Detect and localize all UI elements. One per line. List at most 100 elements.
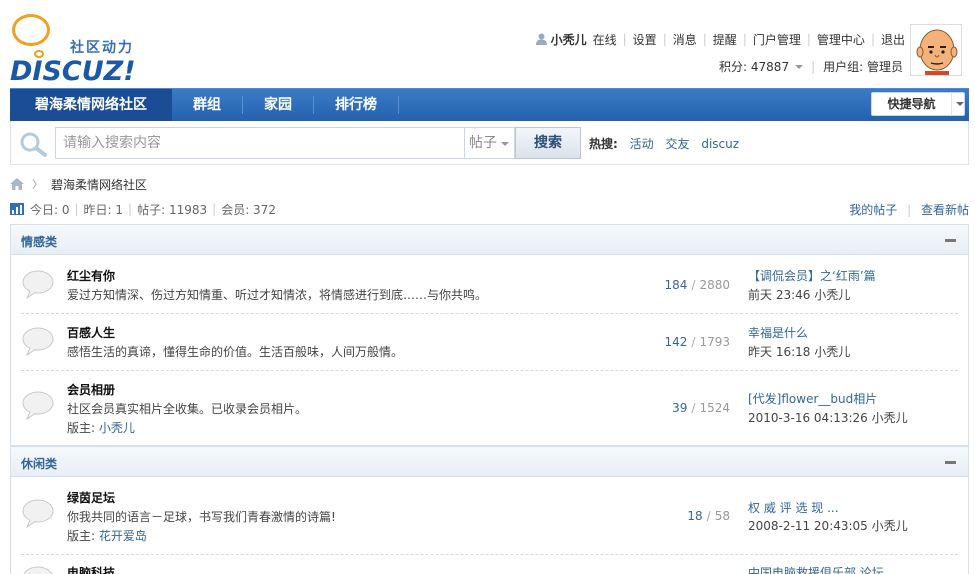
quick-nav-button[interactable]: 快捷导航 [871,92,965,116]
forum-description: 你我共同的语言－足球，书写我们青春激情的诗篇! [67,510,336,524]
hot-search-link[interactable]: 交友 [665,137,689,151]
home-icon[interactable] [10,178,24,190]
settings-link[interactable]: 设置 [633,31,657,48]
moderator-link[interactable]: 花开爱岛 [99,529,147,543]
count-separator: / [706,509,711,523]
quick-nav-label: 快捷导航 [872,93,952,115]
hot-search-link[interactable]: discuz [701,137,739,151]
post-count: 1793 [699,335,730,349]
post-count: 58 [714,509,730,523]
stat-posts: 帖子: 11983 [137,202,208,217]
forum-name[interactable]: 红尘有你 [67,267,115,284]
hot-search-link[interactable]: 活动 [630,137,654,151]
nav-item-home[interactable]: 碧海柔情网络社区 [10,89,172,122]
online-status[interactable]: 在线 [593,31,617,48]
admin-center-link[interactable]: 管理中心 [817,31,865,48]
last-post-link[interactable]: 【调侃会员】之‘红雨’篇 [748,267,876,284]
forum-bubble-icon[interactable] [21,565,55,574]
divider: | [662,32,667,46]
post-count: 1524 [699,401,730,415]
thread-count: 18 [687,509,703,523]
count-separator: / [691,401,696,415]
divider: | [742,32,747,46]
search-input[interactable]: 请输入搜索内容 [55,127,465,159]
search-type-select[interactable]: 帖子 [465,127,515,159]
last-post-time: 2008-2-11 20:43:05 小秃儿 [748,519,908,533]
group-header: 情感类 [11,225,968,255]
forum-name[interactable]: 百感人生 [67,324,115,341]
forum-row: 绿茵足坛 你我共同的语言－足球，书写我们青春激情的诗篇! 版主: 花开爱岛 18… [11,478,968,554]
forum-name[interactable]: 绿茵足坛 [67,489,115,506]
divider: | [702,32,707,46]
search-button[interactable]: 搜索 [515,127,581,159]
group-title[interactable]: 情感类 [21,233,57,250]
messages-link[interactable]: 消息 [673,31,697,48]
username-link[interactable]: 小秃儿 [551,31,587,48]
chevron-down-icon [956,102,964,106]
last-post-time: 2010-3-16 04:13:26 小秃儿 [748,411,908,425]
stat-links: 我的帖子 | 查看新帖 [849,201,969,218]
my-posts-link[interactable]: 我的帖子 [849,203,897,217]
user-toolbar: 小秃儿 在线 | 设置 | 消息 | 提醒 | 门户管理 | 管理中心 | 退出 [535,31,905,48]
forum-bubble-icon[interactable] [21,498,55,528]
divider: | [806,32,811,46]
last-post-link[interactable]: 中国电脑救援俱乐部 论坛 [748,564,884,574]
forum-stats: 今日: 0 | 昨日: 1 | 帖子: 11983 | 会员: 372 [10,201,276,217]
main-nav: 碧海柔情网络社区 群组 家园 排行榜 [10,88,969,122]
forum-bubble-icon[interactable] [21,326,55,356]
site-logo[interactable]: 社区动力 DISCUZ! [8,12,148,87]
portal-admin-link[interactable]: 门户管理 [753,31,801,48]
nav-item-groups[interactable]: 群组 [172,89,242,122]
collapse-icon[interactable] [945,239,956,242]
forum-row: 百感人生 感悟生活的真谛，懂得生命的价值。生活百般味，人间万般情。 142/17… [11,313,968,370]
group-header: 休闲类 [11,447,968,477]
forum-counts: 184/2880 [665,278,731,292]
forum-row: 会员相册 社区会员真实相片全收集。已收录会员相片。 版主: 小秃儿 39/152… [11,370,968,446]
points-dropdown-icon[interactable] [795,64,804,69]
avatar[interactable] [910,24,962,76]
user-icon [535,33,547,45]
new-posts-link[interactable]: 查看新帖 [921,203,969,217]
stat-yesterday: 昨日: 1 [83,202,124,217]
moderator-link[interactable]: 小秃儿 [99,421,135,435]
search-icon [20,132,47,157]
logo-brand: DISCUZ! [10,56,136,87]
logo-bubble-icon [12,14,50,46]
divider: | [870,32,875,46]
search-bar: 请输入搜索内容 帖子 搜索 热搜: 活动 交友 discuz [10,121,969,165]
forum-row: 红尘有你 爱过方知情深、伤过方知情重、听过才知情浓，将情感进行到底……与你共鸣。… [11,256,968,313]
divider: | [811,59,816,74]
moderator-label: 版主: [67,421,96,435]
forum-group-leisure: 休闲类 绿茵足坛 你我共同的语言－足球，书写我们青春激情的诗篇! 版主: 花开爱… [10,446,969,574]
last-post-link[interactable]: [代发]flower__bud相片 [748,390,877,407]
nav-divider [398,96,399,114]
collapse-icon[interactable] [945,461,956,464]
forum-description: 感悟生活的真谛，懂得生命的价值。生活百般味，人间万般情。 [67,345,404,359]
forum-description: 社区会员真实相片全收集。已收录会员相片。 [67,402,308,416]
breadcrumb: 〉 碧海柔情网络社区 [10,175,147,193]
points-link[interactable]: 积分: 47887 [719,58,789,75]
count-separator: / [691,278,696,292]
forum-bubble-icon[interactable] [21,390,55,420]
moderator-label: 版主: [67,529,96,543]
logo-slogan: 社区动力 [70,40,134,56]
nav-item-home-space[interactable]: 家园 [243,89,313,122]
last-post-link[interactable]: 幸福是什么 [748,324,808,341]
divider: | [128,202,133,216]
forum-name[interactable]: 会员相册 [67,381,115,398]
logout-link[interactable]: 退出 [881,31,905,48]
hot-search-label: 热搜: [589,137,618,151]
search-type-label: 帖子 [469,135,497,151]
forum-description: 爱过方知情深、伤过方知情重、听过才知情浓，将情感进行到底……与你共鸣。 [67,288,488,302]
last-post-link[interactable]: 权 威 评 选 现 ... [748,499,839,516]
forum-name[interactable]: 电脑科技 [67,564,115,574]
user-group-link[interactable]: 用户组: 管理员 [823,58,903,75]
forum-bubble-icon[interactable] [21,269,55,299]
stats-chart-icon [10,203,24,215]
breadcrumb-current[interactable]: 碧海柔情网络社区 [51,176,147,193]
nav-item-ranking[interactable]: 排行榜 [314,89,398,122]
group-title[interactable]: 休闲类 [21,455,57,472]
hot-searches: 热搜: 活动 交友 discuz [589,135,747,152]
avatar-face-icon [911,25,961,75]
notifications-link[interactable]: 提醒 [713,31,737,48]
